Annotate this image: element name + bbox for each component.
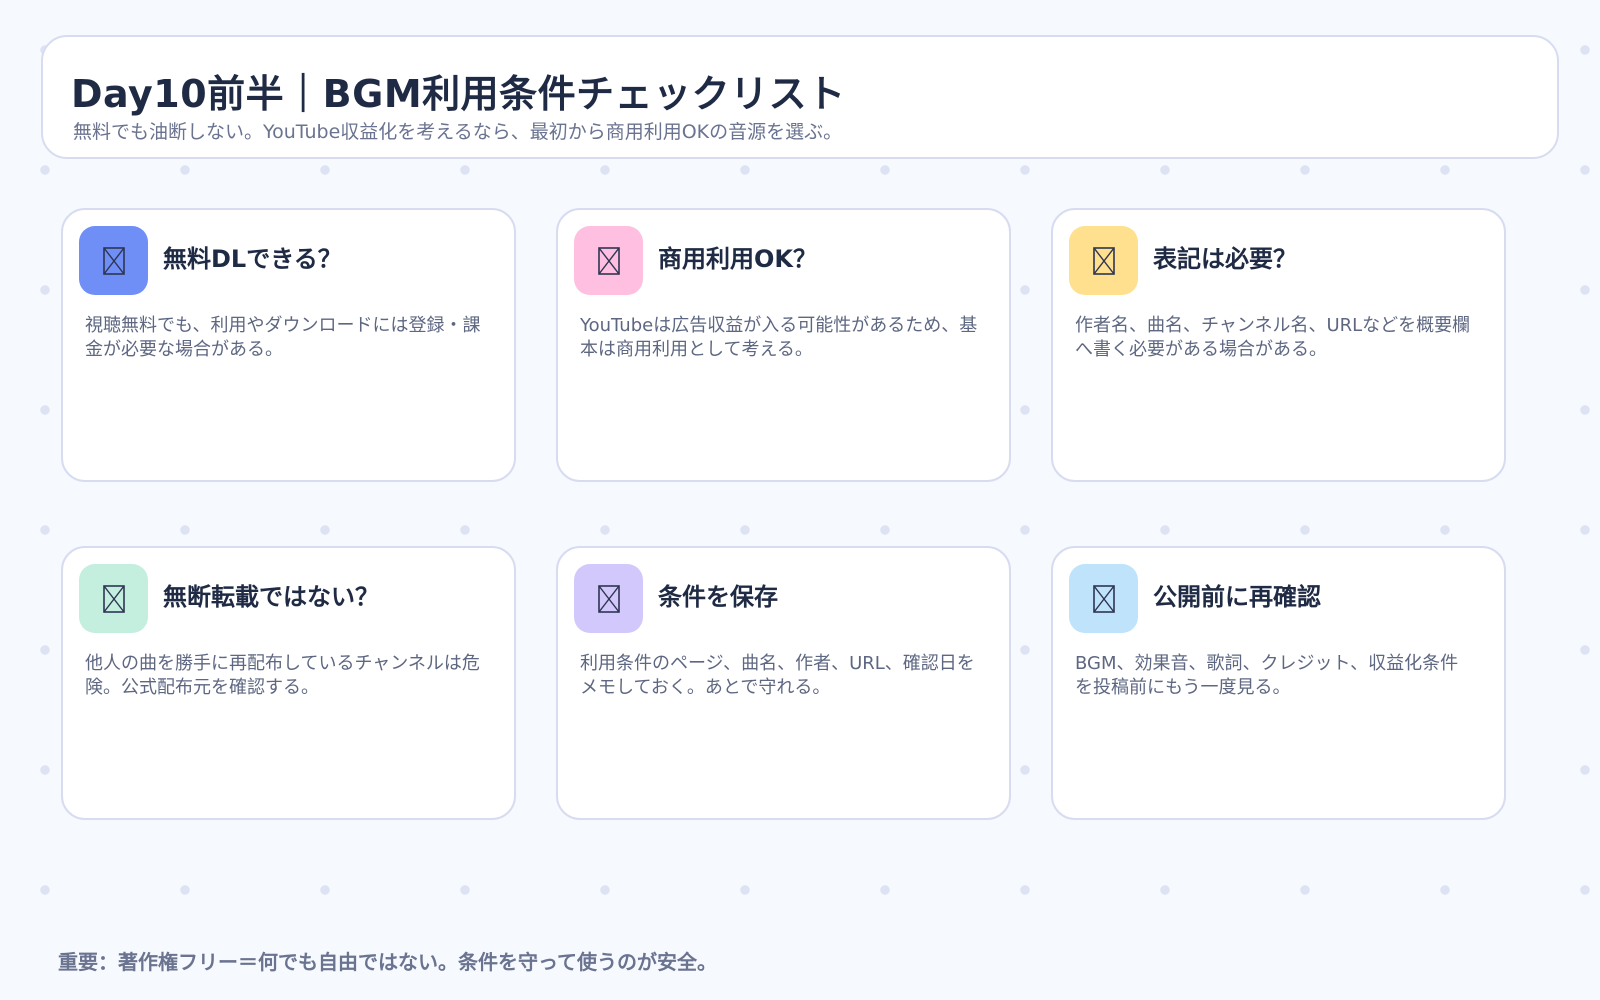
card-description: 作者名、曲名、チャンネル名、URLなどを概要欄へ書く必要がある場合がある。 xyxy=(1075,315,1471,360)
broken-image-glyph xyxy=(597,246,620,275)
checklist-card-recheck: 公開前に再確認 BGM、効果音、歌詞、クレジット、収益化条件を投稿前にもう一度見… xyxy=(1051,546,1506,820)
page-title: Day10前半｜BGM利用条件チェックリスト xyxy=(71,72,846,116)
broken-image-icon xyxy=(1069,564,1138,633)
checklist-card-unauthorized-reupload: 無断転載ではない？ 他人の曲を勝手に再配布しているチャンネルは危険。公式配布元を… xyxy=(61,546,516,820)
broken-image-icon xyxy=(1069,226,1138,295)
broken-image-icon xyxy=(574,564,643,633)
broken-image-icon xyxy=(79,226,148,295)
broken-image-icon xyxy=(574,226,643,295)
checklist-card-free-download: 無料DLできる？ 視聴無料でも、利用やダウンロードには登録・課金が必要な場合があ… xyxy=(61,208,516,482)
header-panel: Day10前半｜BGM利用条件チェックリスト 無料でも油断しない。YouTube… xyxy=(41,35,1559,159)
card-title: 商用利用OK？ xyxy=(658,245,817,273)
card-description: BGM、効果音、歌詞、クレジット、収益化条件を投稿前にもう一度見る。 xyxy=(1075,653,1459,698)
broken-image-glyph xyxy=(1092,584,1115,613)
footer-note: 重要：著作権フリー＝何でも自由ではない。条件を守って使うのが安全。 xyxy=(58,950,717,974)
card-description: YouTubeは広告収益が入る可能性があるため、基本は商用利用として考える。 xyxy=(580,315,978,360)
card-description: 利用条件のページ、曲名、作者、URL、確認日をメモしておく。あとで守れる。 xyxy=(580,653,975,698)
card-title: 表記は必要？ xyxy=(1153,245,1297,273)
card-title: 条件を保存 xyxy=(658,583,778,611)
broken-image-glyph xyxy=(102,246,125,275)
broken-image-glyph xyxy=(102,584,125,613)
broken-image-glyph xyxy=(597,584,620,613)
card-description: 他人の曲を勝手に再配布しているチャンネルは危険。公式配布元を確認する。 xyxy=(85,653,480,698)
card-title: 無断転載ではない？ xyxy=(163,583,379,611)
broken-image-glyph xyxy=(1092,246,1115,275)
broken-image-icon xyxy=(79,564,148,633)
card-title: 公開前に再確認 xyxy=(1153,583,1321,611)
checklist-card-attribution: 表記は必要？ 作者名、曲名、チャンネル名、URLなどを概要欄へ書く必要がある場合… xyxy=(1051,208,1506,482)
checklist-card-save-terms: 条件を保存 利用条件のページ、曲名、作者、URL、確認日をメモしておく。あとで守… xyxy=(556,546,1011,820)
card-title: 無料DLできる？ xyxy=(163,245,342,273)
card-description: 視聴無料でも、利用やダウンロードには登録・課金が必要な場合がある。 xyxy=(85,315,481,360)
checklist-card-commercial-use: 商用利用OK？ YouTubeは広告収益が入る可能性があるため、基本は商用利用と… xyxy=(556,208,1011,482)
page-subtitle: 無料でも油断しない。YouTube収益化を考えるなら、最初から商用利用OKの音源… xyxy=(73,121,843,143)
